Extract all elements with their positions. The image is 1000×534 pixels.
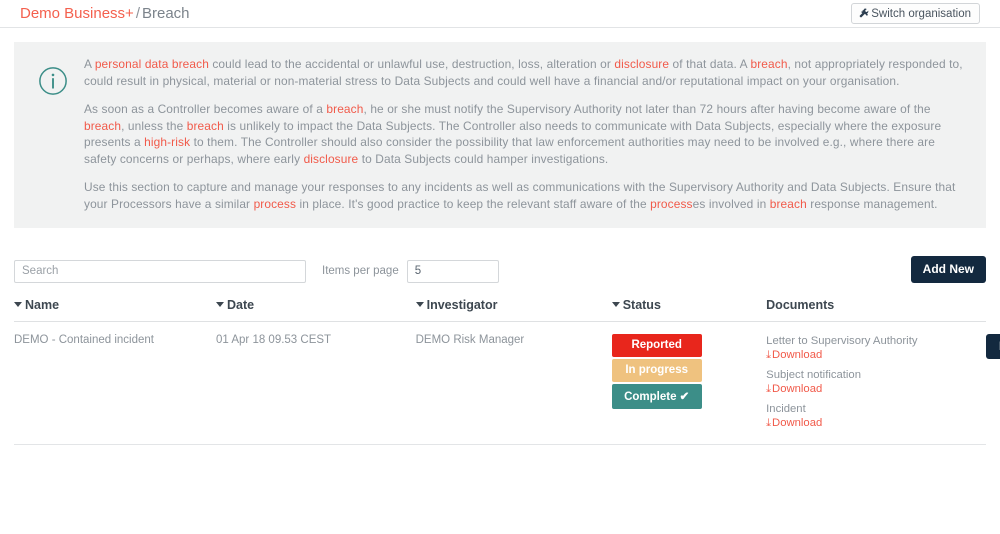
highlighted-term: breach bbox=[326, 102, 364, 116]
column-header-documents-label: Documents bbox=[766, 298, 835, 312]
switch-organisation-button[interactable]: Switch organisation bbox=[851, 3, 980, 24]
highlighted-term: personal data breach bbox=[94, 57, 209, 71]
document-download-link[interactable]: ⤓Download bbox=[766, 382, 822, 396]
status-badge-in-progress[interactable]: In progress bbox=[611, 359, 702, 382]
text-run: could lead to the accidental or unlawful… bbox=[208, 57, 615, 71]
column-header-investigator[interactable]: Investigator bbox=[415, 298, 612, 322]
cell-investigator: DEMO Risk Manager bbox=[415, 321, 612, 445]
column-header-date-label: Date bbox=[227, 298, 255, 312]
sort-caret-icon bbox=[415, 302, 424, 307]
table-body: DEMO - Contained incident 01 Apr 18 09.5… bbox=[14, 321, 1000, 445]
highlighted-term: high-risk bbox=[144, 135, 191, 149]
document-item: Subject notification ⤓Download bbox=[766, 368, 986, 396]
column-header-name-label: Name bbox=[25, 298, 60, 312]
download-arrow-icon: ⤓ bbox=[766, 417, 772, 429]
breach-table-wrapper: Name Date Investigator Status Documents bbox=[14, 298, 1000, 445]
sort-caret-icon bbox=[14, 302, 22, 307]
highlighted-term: process bbox=[650, 196, 693, 211]
table-row: DEMO - Contained incident 01 Apr 18 09.5… bbox=[14, 321, 1000, 445]
cell-name: DEMO - Contained incident bbox=[14, 321, 216, 445]
highlighted-term: breach bbox=[186, 118, 224, 133]
download-arrow-icon: ⤓ bbox=[766, 383, 772, 395]
text-run: As soon as a Controller becomes aware of… bbox=[84, 102, 327, 116]
download-arrow-icon: ⤓ bbox=[766, 349, 772, 361]
table-header-row: Name Date Investigator Status Documents bbox=[14, 298, 986, 322]
highlighted-term: breach bbox=[750, 57, 788, 71]
document-item: Letter to Supervisory Authority ⤓Downloa… bbox=[766, 334, 986, 362]
text-run: , unless the bbox=[121, 118, 187, 133]
top-bar: Demo Business+ / Breach Switch organisatio… bbox=[0, 0, 1000, 28]
text-run: response management. bbox=[806, 196, 938, 211]
info-circle-icon bbox=[30, 56, 76, 101]
column-header-date[interactable]: Date bbox=[216, 298, 416, 322]
status-badge-group: Reported In progress Complete ✔ bbox=[611, 334, 766, 409]
info-panel-text: A personal data breach could lead to the… bbox=[76, 56, 968, 212]
info-paragraph-2: As soon as a Controller becomes aware of… bbox=[84, 101, 968, 167]
search-input[interactable] bbox=[14, 259, 306, 283]
text-run: to Data Subjects could hamper investigat… bbox=[358, 151, 609, 166]
status-badge-reported[interactable]: Reported bbox=[611, 334, 702, 357]
breadcrumb-current: Breach bbox=[141, 5, 190, 22]
document-download-link[interactable]: ⤓Download bbox=[766, 416, 822, 430]
column-header-status-label: Status bbox=[622, 298, 661, 312]
highlighted-term: disclosure bbox=[303, 151, 359, 166]
document-item: Incident ⤓Download bbox=[766, 402, 986, 430]
column-header-status[interactable]: Status bbox=[611, 298, 767, 322]
highlighted-term: process bbox=[253, 196, 297, 211]
breach-table: Name Date Investigator Status Documents bbox=[14, 298, 1000, 445]
document-download-link[interactable]: ⤓Download bbox=[766, 348, 822, 362]
table-header: Name Date Investigator Status Documents bbox=[14, 298, 986, 322]
breadcrumb-separator: / bbox=[135, 5, 140, 22]
text-run: , he or she must notify the Supervisory … bbox=[363, 102, 931, 116]
highlighted-term: breach bbox=[769, 196, 807, 211]
table-controls: Items per page Add New bbox=[14, 256, 986, 286]
document-download-label: Download bbox=[772, 417, 823, 429]
edit-button[interactable]: Edit bbox=[986, 334, 1000, 359]
text-run: of that data. A bbox=[669, 57, 751, 71]
items-per-page-label: Items per page bbox=[322, 265, 399, 277]
document-title: Subject notification bbox=[766, 369, 861, 381]
cell-documents: Letter to Supervisory Authority ⤓Downloa… bbox=[766, 321, 986, 445]
cell-date: 01 Apr 18 09.53 CEST bbox=[216, 321, 416, 445]
document-download-label: Download bbox=[772, 383, 823, 395]
add-new-button[interactable]: Add New bbox=[910, 256, 986, 283]
sort-caret-icon bbox=[611, 302, 620, 307]
text-run: A bbox=[84, 57, 95, 71]
highlighted-term: breach bbox=[84, 118, 122, 133]
switch-organisation-label: Switch organisation bbox=[871, 8, 971, 20]
text-run: es involved in bbox=[692, 196, 770, 211]
status-badge-complete[interactable]: Complete ✔ bbox=[611, 384, 702, 409]
breadcrumb-org[interactable]: Demo Business+ bbox=[20, 5, 134, 22]
items-per-page-input[interactable] bbox=[406, 259, 499, 283]
column-header-investigator-label: Investigator bbox=[426, 298, 498, 312]
document-download-label: Download bbox=[772, 349, 823, 361]
column-header-name[interactable]: Name bbox=[14, 298, 216, 322]
info-paragraph-3: Use this section to capture and manage y… bbox=[84, 179, 968, 212]
info-panel: A personal data breach could lead to the… bbox=[14, 42, 986, 228]
text-run: in place. It's good practice to keep the… bbox=[296, 196, 651, 211]
document-title: Letter to Supervisory Authority bbox=[766, 335, 918, 347]
breadcrumb: Demo Business+ / Breach bbox=[20, 4, 980, 24]
cell-status: Reported In progress Complete ✔ bbox=[611, 321, 767, 445]
info-paragraph-1: A personal data breach could lead to the… bbox=[84, 56, 968, 89]
wrench-icon bbox=[859, 6, 869, 25]
document-title: Incident bbox=[766, 403, 806, 415]
highlighted-term: disclosure bbox=[614, 57, 670, 71]
column-header-documents: Documents bbox=[766, 298, 986, 322]
sort-caret-icon bbox=[216, 302, 224, 307]
